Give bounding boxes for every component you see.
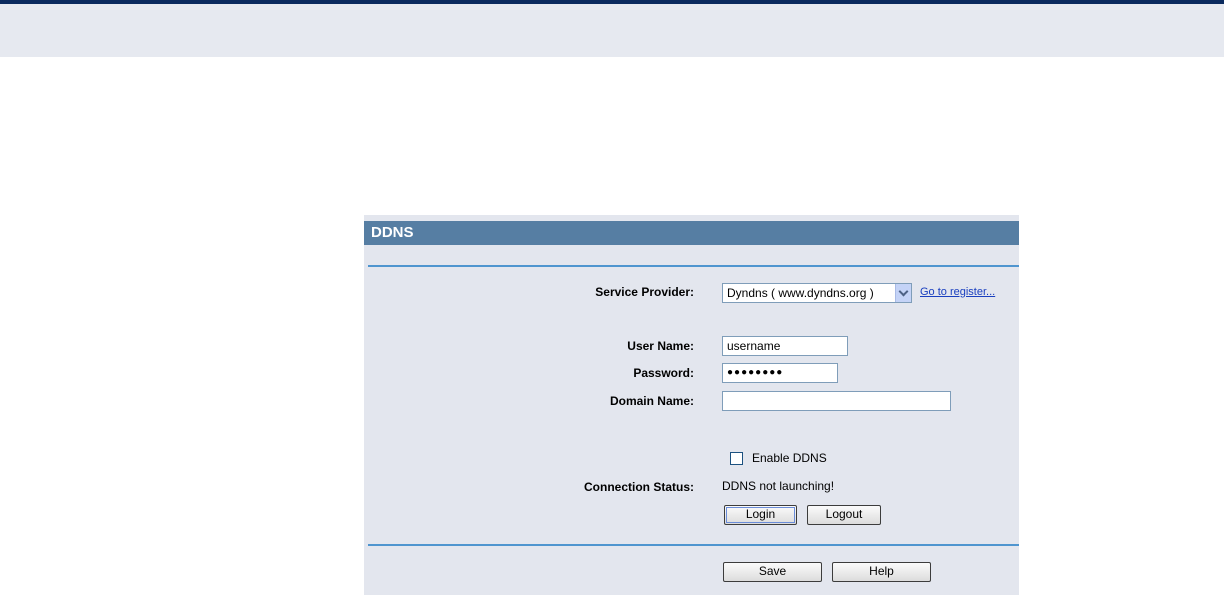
save-button[interactable]: Save [723,562,822,582]
help-button[interactable]: Help [832,562,931,582]
login-button[interactable]: Login [724,505,797,525]
top-divider [368,265,1019,267]
domain-name-input[interactable] [722,391,951,411]
password-label: Password: [633,366,694,380]
connection-status-value: DDNS not launching! [722,479,835,493]
enable-ddns-label: Enable DDNS [752,451,827,465]
enable-ddns-checkbox[interactable] [730,452,743,465]
user-name-label: User Name: [627,339,694,353]
connection-status-label: Connection Status: [584,480,694,494]
bottom-divider [368,544,1019,546]
top-banner [0,0,1224,57]
panel-title: DDNS [364,221,1019,245]
password-input[interactable]: ●●●●●●●● [722,363,838,383]
service-provider-selected: Dyndns ( www.dyndns.org ) [727,286,874,300]
ddns-panel: DDNS Service Provider: Dyndns ( www.dynd… [364,215,1019,595]
service-provider-label: Service Provider: [595,285,694,299]
user-name-input[interactable]: username [722,336,848,356]
chevron-down-icon[interactable] [895,284,911,302]
logout-button[interactable]: Logout [807,505,881,525]
service-provider-select[interactable]: Dyndns ( www.dyndns.org ) [722,283,912,303]
domain-name-label: Domain Name: [609,394,694,408]
go-to-register-link[interactable]: Go to register... [920,286,995,298]
